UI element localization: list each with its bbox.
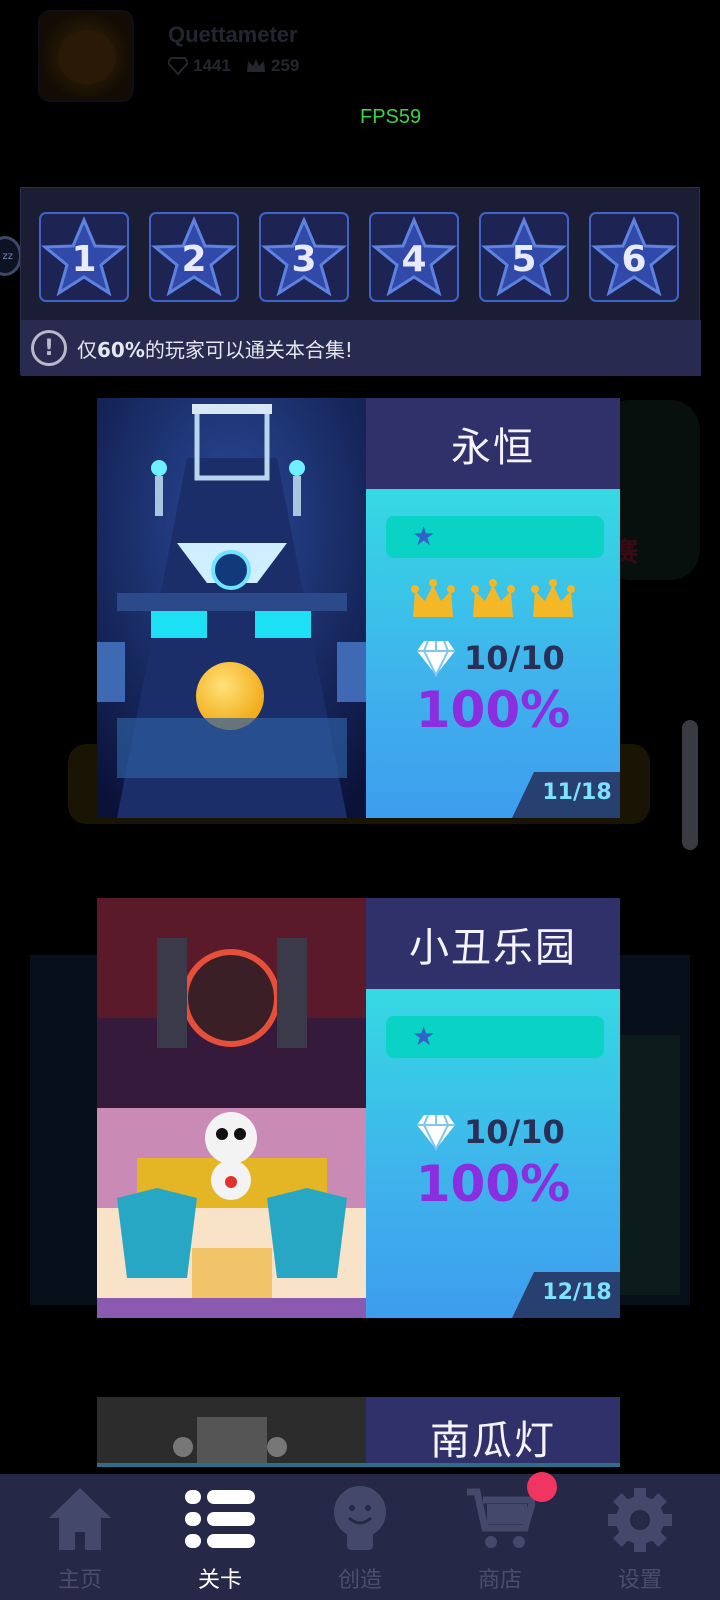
level-index-tag: 11/18 <box>512 772 620 818</box>
level-title-bar: 小丑乐园 <box>366 898 620 989</box>
fps-counter: FPS59 <box>360 106 422 128</box>
difficulty-bar: ★ <box>386 516 604 558</box>
bottom-nav: 主页 关卡 创造 商店 设置 <box>0 1474 720 1600</box>
level-card[interactable]: 永恒 ★ 10/10 100% 11/18 <box>97 398 620 818</box>
nav-levels[interactable]: 关卡 <box>148 1474 292 1600</box>
diamond-icon <box>417 640 455 677</box>
level-stats: ★ 10/10 100% 11/18 <box>366 489 620 818</box>
divider <box>97 1463 620 1467</box>
diamond-icon <box>168 57 188 75</box>
star-level-button[interactable]: 4 <box>369 212 459 302</box>
nav-create[interactable]: 创造 <box>288 1474 432 1600</box>
star-level-button[interactable]: 2 <box>149 212 239 302</box>
level-card[interactable]: 南瓜灯 <box>97 1397 620 1467</box>
username: Quettameter <box>168 22 298 47</box>
level-title-bar: 南瓜灯 <box>366 1397 620 1467</box>
star-levels-panel: 1 2 3 4 5 6 ! 仅60%的玩家可以通关本合集! <box>20 187 701 376</box>
list-icon <box>185 1490 255 1548</box>
cart-icon <box>467 1488 535 1548</box>
crown-icon <box>411 579 455 617</box>
star-level-number: 1 <box>71 238 97 280</box>
notification-badge <box>527 1472 557 1502</box>
completion-percent: 100% <box>415 681 571 739</box>
star-level-button[interactable]: 5 <box>479 212 569 302</box>
crown-icon <box>531 579 575 617</box>
star-level-button[interactable]: 6 <box>589 212 679 302</box>
star-level-number: 4 <box>401 238 427 280</box>
gear-icon <box>608 1488 672 1552</box>
gem-progress: 10/10 <box>416 1113 565 1151</box>
level-stats: ★ 10/10 100% 12/18 <box>366 989 620 1318</box>
pumpkin-avatar-icon <box>58 30 116 84</box>
notice-bar: ! 仅60%的玩家可以通关本合集! <box>21 320 701 376</box>
background-panel <box>610 1035 680 1295</box>
level-thumbnail <box>97 1397 366 1467</box>
star-icon: ★ <box>412 522 436 552</box>
star-level-number: 6 <box>621 238 647 280</box>
crown-rating <box>366 577 620 625</box>
star-icon: ★ <box>412 1022 436 1052</box>
level-title: 永恒 <box>451 424 535 471</box>
star-level-button[interactable]: 3 <box>259 212 349 302</box>
home-icon <box>49 1488 111 1550</box>
level-index-tag: 12/18 <box>512 1272 620 1318</box>
level-thumbnail <box>97 898 366 1318</box>
crown-count: 259 <box>246 56 299 76</box>
info-icon: ! <box>31 330 67 366</box>
gem-count: 1441 <box>168 56 231 76</box>
level-title-bar: 永恒 <box>366 398 620 489</box>
star-level-button[interactable]: 1 <box>39 212 129 302</box>
level-card[interactable]: 小丑乐园 ★ 10/10 100% 12/18 <box>97 898 620 1318</box>
nav-home[interactable]: 主页 <box>8 1474 152 1600</box>
completion-percent: 100% <box>415 1155 571 1213</box>
gem-progress: 10/10 <box>416 639 565 677</box>
level-title: 南瓜灯 <box>430 1418 556 1464</box>
star-level-number: 3 <box>291 238 317 280</box>
crown-icon <box>471 579 515 617</box>
difficulty-bar: ★ <box>386 1016 604 1058</box>
star-level-number: 2 <box>181 238 207 280</box>
notice-text: 仅60%的玩家可以通关本合集! <box>77 337 353 362</box>
nav-settings[interactable]: 设置 <box>568 1474 712 1600</box>
star-level-number: 5 <box>511 238 537 280</box>
diamond-icon <box>417 1114 455 1151</box>
avatar[interactable] <box>38 10 134 102</box>
level-title: 小丑乐园 <box>409 924 577 971</box>
scrollbar[interactable] <box>682 720 698 850</box>
crown-icon <box>247 59 265 72</box>
level-thumbnail <box>97 398 366 818</box>
lightbulb-icon <box>334 1486 386 1550</box>
